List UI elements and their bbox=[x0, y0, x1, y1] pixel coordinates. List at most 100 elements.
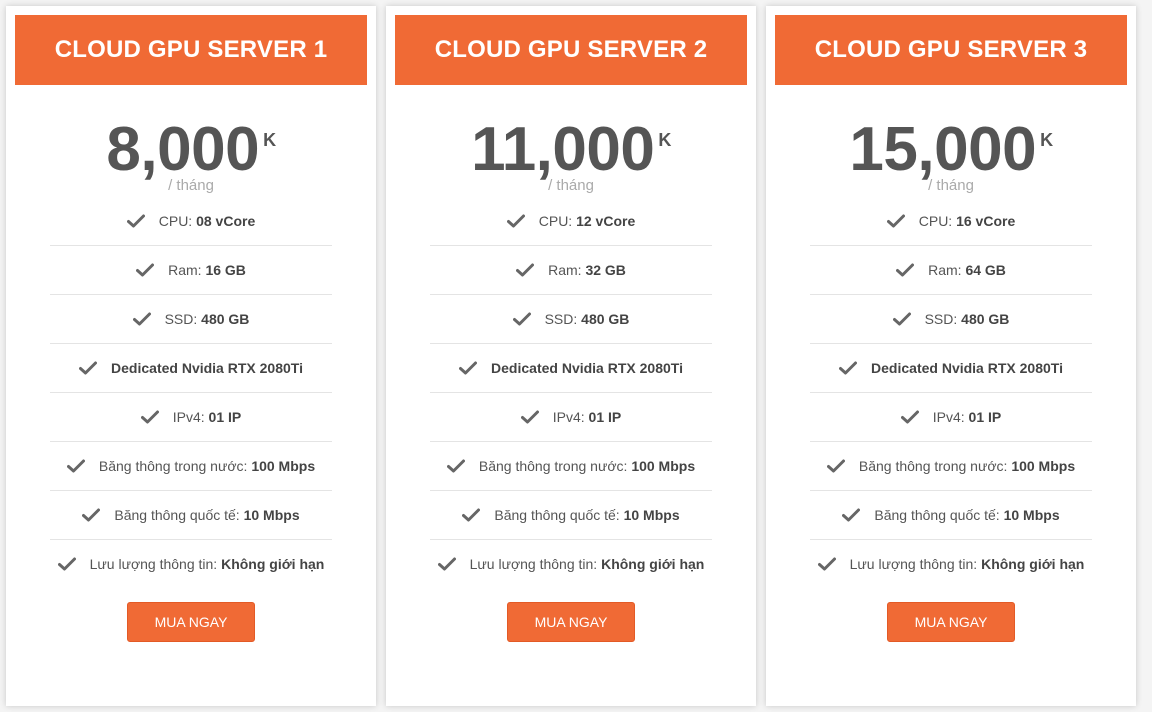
feature-item: SSD: 480 GB bbox=[430, 295, 712, 344]
billing-period: / tháng bbox=[548, 177, 594, 194]
price-value: 11,000 bbox=[471, 115, 655, 184]
button-row: MUA NGAY bbox=[6, 602, 376, 642]
feature-value: 10 Mbps bbox=[1003, 507, 1060, 523]
check-icon bbox=[839, 361, 858, 375]
feature-value: Dedicated Nvidia RTX 2080Ti bbox=[111, 360, 303, 376]
price-unit: K bbox=[263, 130, 276, 150]
feature-value: 100 Mbps bbox=[631, 458, 696, 474]
feature-label: IPv4: bbox=[932, 409, 965, 425]
check-icon bbox=[132, 312, 151, 326]
feature-item: SSD: 480 GB bbox=[50, 295, 332, 344]
feature-label: Lưu lượng thông tin: bbox=[469, 556, 598, 572]
feature-label: Băng thông quốc tế: bbox=[114, 507, 240, 523]
feature-value: 64 GB bbox=[965, 262, 1006, 278]
feature-list: CPU: 12 vCore Ram: 32 GB SSD: 480 GB Dedica… bbox=[430, 197, 712, 588]
pricing-card-3: CLOUD GPU SERVER 3 15,000 K / tháng CPU: 16 … bbox=[766, 6, 1136, 706]
feature-value: 480 GB bbox=[201, 311, 250, 327]
pricing-card-1: CLOUD GPU SERVER 1 8,000 K / tháng CPU: 08 v… bbox=[6, 6, 376, 706]
check-icon bbox=[459, 361, 478, 375]
price-block: 8,000 K / tháng bbox=[6, 85, 376, 197]
feature-value: Không giới hạn bbox=[981, 556, 1085, 572]
feature-label: Băng thông trong nước: bbox=[858, 458, 1008, 474]
feature-item: Ram: 64 GB bbox=[810, 246, 1092, 295]
feature-label: SSD: bbox=[164, 311, 198, 327]
feature-item: Lưu lượng thông tin: Không giới hạn bbox=[430, 540, 712, 588]
price-value: 8,000 bbox=[106, 115, 260, 184]
feature-item: SSD: 480 GB bbox=[810, 295, 1092, 344]
feature-value: 01 IP bbox=[588, 409, 622, 425]
feature-label: Ram: bbox=[548, 262, 582, 278]
price-block: 15,000 K / tháng bbox=[766, 85, 1136, 197]
feature-item: Băng thông trong nước: 100 Mbps bbox=[50, 442, 332, 491]
feature-value: 480 GB bbox=[961, 311, 1010, 327]
button-row: MUA NGAY bbox=[386, 602, 756, 642]
feature-item: Ram: 32 GB bbox=[430, 246, 712, 295]
price-unit: K bbox=[1040, 130, 1053, 150]
feature-label: Ram: bbox=[168, 262, 202, 278]
price-block: 11,000 K / tháng bbox=[386, 85, 756, 197]
feature-label: IPv4: bbox=[552, 409, 585, 425]
feature-value: 16 GB bbox=[205, 262, 246, 278]
feature-value: 16 vCore bbox=[956, 213, 1016, 229]
feature-item: CPU: 16 vCore bbox=[810, 197, 1092, 246]
plan-header: CLOUD GPU SERVER 3 bbox=[775, 15, 1127, 85]
check-icon bbox=[437, 557, 456, 571]
plan-header: CLOUD GPU SERVER 1 bbox=[15, 15, 367, 85]
feature-item: IPv4: 01 IP bbox=[50, 393, 332, 442]
feature-value: 100 Mbps bbox=[1011, 458, 1076, 474]
billing-period: / tháng bbox=[928, 177, 974, 194]
check-icon bbox=[842, 508, 861, 522]
check-icon bbox=[896, 263, 915, 277]
feature-item: CPU: 08 vCore bbox=[50, 197, 332, 246]
check-icon bbox=[79, 361, 98, 375]
feature-label: Băng thông trong nước: bbox=[478, 458, 628, 474]
check-icon bbox=[516, 263, 535, 277]
feature-value: 10 Mbps bbox=[623, 507, 680, 523]
feature-label: CPU: bbox=[538, 213, 573, 229]
feature-item: Băng thông quốc tế: 10 Mbps bbox=[810, 491, 1092, 540]
feature-label: CPU: bbox=[158, 213, 193, 229]
check-icon bbox=[140, 410, 159, 424]
feature-item: Lưu lượng thông tin: Không giới hạn bbox=[50, 540, 332, 588]
feature-value: Không giới hạn bbox=[601, 556, 705, 572]
feature-item: Băng thông trong nước: 100 Mbps bbox=[810, 442, 1092, 491]
buy-now-button[interactable]: MUA NGAY bbox=[127, 602, 255, 642]
feature-item: Băng thông quốc tế: 10 Mbps bbox=[430, 491, 712, 540]
feature-label: Lưu lượng thông tin: bbox=[849, 556, 978, 572]
plan-title: CLOUD GPU SERVER 1 bbox=[54, 36, 328, 63]
feature-item: IPv4: 01 IP bbox=[810, 393, 1092, 442]
check-icon bbox=[506, 214, 525, 228]
check-icon bbox=[886, 214, 905, 228]
plan-header: CLOUD GPU SERVER 2 bbox=[395, 15, 747, 85]
price-unit: K bbox=[658, 130, 671, 150]
check-icon bbox=[66, 459, 85, 473]
feature-value: Không giới hạn bbox=[221, 556, 325, 572]
check-icon bbox=[512, 312, 531, 326]
feature-label: IPv4: bbox=[172, 409, 205, 425]
button-row: MUA NGAY bbox=[766, 602, 1136, 642]
feature-value: 08 vCore bbox=[196, 213, 256, 229]
price: 15,000 K bbox=[766, 114, 1136, 186]
price-value: 15,000 bbox=[849, 115, 1037, 184]
plan-title: CLOUD GPU SERVER 3 bbox=[814, 36, 1088, 63]
price: 11,000 K bbox=[386, 114, 756, 186]
feature-item: Lưu lượng thông tin: Không giới hạn bbox=[810, 540, 1092, 588]
price: 8,000 K bbox=[6, 114, 376, 186]
feature-value: 01 IP bbox=[968, 409, 1002, 425]
feature-label: Ram: bbox=[928, 262, 962, 278]
feature-item: Dedicated Nvidia RTX 2080Ti bbox=[430, 344, 712, 393]
feature-value: 12 vCore bbox=[576, 213, 636, 229]
feature-value: 10 Mbps bbox=[243, 507, 300, 523]
feature-label: SSD: bbox=[924, 311, 958, 327]
feature-item: Dedicated Nvidia RTX 2080Ti bbox=[50, 344, 332, 393]
feature-item: Ram: 16 GB bbox=[50, 246, 332, 295]
buy-now-button[interactable]: MUA NGAY bbox=[507, 602, 635, 642]
check-icon bbox=[136, 263, 155, 277]
check-icon bbox=[82, 508, 101, 522]
feature-label: CPU: bbox=[918, 213, 953, 229]
check-icon bbox=[57, 557, 76, 571]
buy-now-button[interactable]: MUA NGAY bbox=[887, 602, 1015, 642]
check-icon bbox=[826, 459, 845, 473]
feature-item: CPU: 12 vCore bbox=[430, 197, 712, 246]
feature-list: CPU: 16 vCore Ram: 64 GB SSD: 480 GB Dedica… bbox=[810, 197, 1092, 588]
